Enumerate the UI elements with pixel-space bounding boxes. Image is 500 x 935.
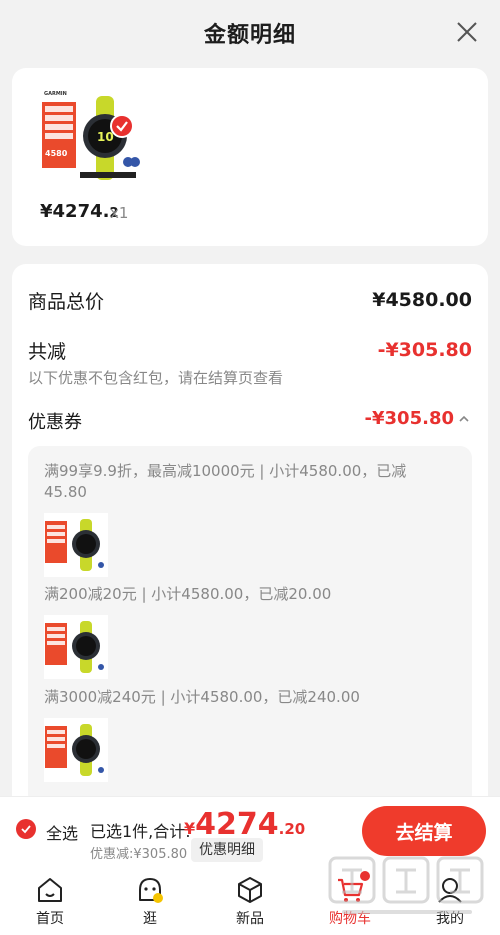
select-all-checkbox[interactable] <box>16 819 36 839</box>
profile-icon <box>438 878 462 903</box>
coupon-product-image <box>44 615 108 679</box>
tab-home[interactable]: 首页 <box>0 866 100 935</box>
cart-badge <box>360 871 370 881</box>
coupon-product-image <box>44 513 108 577</box>
bottom-tab-bar: 首页 逛 新品 购物车 我的 <box>0 866 500 935</box>
product-quantity: x1 <box>110 204 129 222</box>
total-amount: ¥4274.20 <box>184 807 305 842</box>
coupon-line-2: 满200减20元 | 小计4580.00，已减20.00 <box>44 585 332 603</box>
coupon-value: -¥305.80 <box>364 408 454 429</box>
checkout-button[interactable]: 去结算 <box>362 806 486 856</box>
tab-label: 我的 <box>436 911 464 927</box>
discount-note: 优惠减:¥305.80 <box>90 847 188 862</box>
selected-check-badge <box>110 114 134 138</box>
product-price: ¥4274.2 <box>40 201 119 222</box>
header: 金额明细 <box>0 0 500 66</box>
tab-label: 购物车 <box>329 911 371 927</box>
selected-summary: 已选1件,合计: <box>90 822 191 841</box>
product-price-main: ¥4274. <box>40 201 110 222</box>
tab-label: 逛 <box>143 911 157 927</box>
coupon-line-3: 满3000减240元 | 小计4580.00，已减240.00 <box>44 688 360 706</box>
new-products-icon <box>238 877 262 903</box>
coupon-label: 优惠券 <box>28 412 82 433</box>
goods-total-value: ¥4580.00 <box>372 289 472 311</box>
checkout-bar: 全选 已选1件,合计: ¥4274.20 优惠减:¥305.80 优惠明细 去结… <box>0 796 500 866</box>
total-decimal: .20 <box>278 820 306 838</box>
goods-total-label: 商品总价 <box>28 291 105 313</box>
chevron-up-icon <box>459 415 469 422</box>
tab-stroll[interactable]: 逛 <box>100 866 200 935</box>
close-button[interactable] <box>454 19 480 45</box>
tab-new-products[interactable]: 新品 <box>200 866 300 935</box>
coupon-toggle[interactable]: -¥305.80 <box>365 408 470 429</box>
tab-label: 新品 <box>236 911 264 927</box>
reduce-note: 以下优惠不包含红包，请在结算页查看 <box>28 369 284 387</box>
coupon-product-image <box>44 718 108 782</box>
stroll-icon <box>139 878 163 903</box>
discount-detail-button[interactable]: 优惠明细 <box>191 838 263 862</box>
close-icon[interactable] <box>454 19 480 45</box>
tab-profile[interactable]: 我的 <box>400 866 500 935</box>
total-reduce-label: 共减 <box>28 341 67 363</box>
home-icon <box>38 878 62 902</box>
coupon-line-1: 满99享9.9折，最高减10000元 | 小计4580.00，已减 <box>44 462 407 480</box>
page-title: 金额明细 <box>203 23 296 48</box>
select-all-label[interactable]: 全选 <box>46 820 78 844</box>
check-icon <box>21 825 31 834</box>
coupon-line-1-cont: 45.80 <box>44 483 87 501</box>
thumb-price-text: 4580 <box>45 149 68 158</box>
tab-cart[interactable]: 购物车 <box>300 866 400 935</box>
total-integer: 4274 <box>195 807 279 842</box>
tab-label: 首页 <box>36 911 64 927</box>
total-currency: ¥ <box>184 819 196 838</box>
check-icon <box>116 121 128 132</box>
total-reduce-value: -¥305.80 <box>377 339 472 361</box>
brand-logo-text: GARMIN <box>44 91 67 97</box>
product-image: GARMIN 4580 10 <box>40 88 140 188</box>
